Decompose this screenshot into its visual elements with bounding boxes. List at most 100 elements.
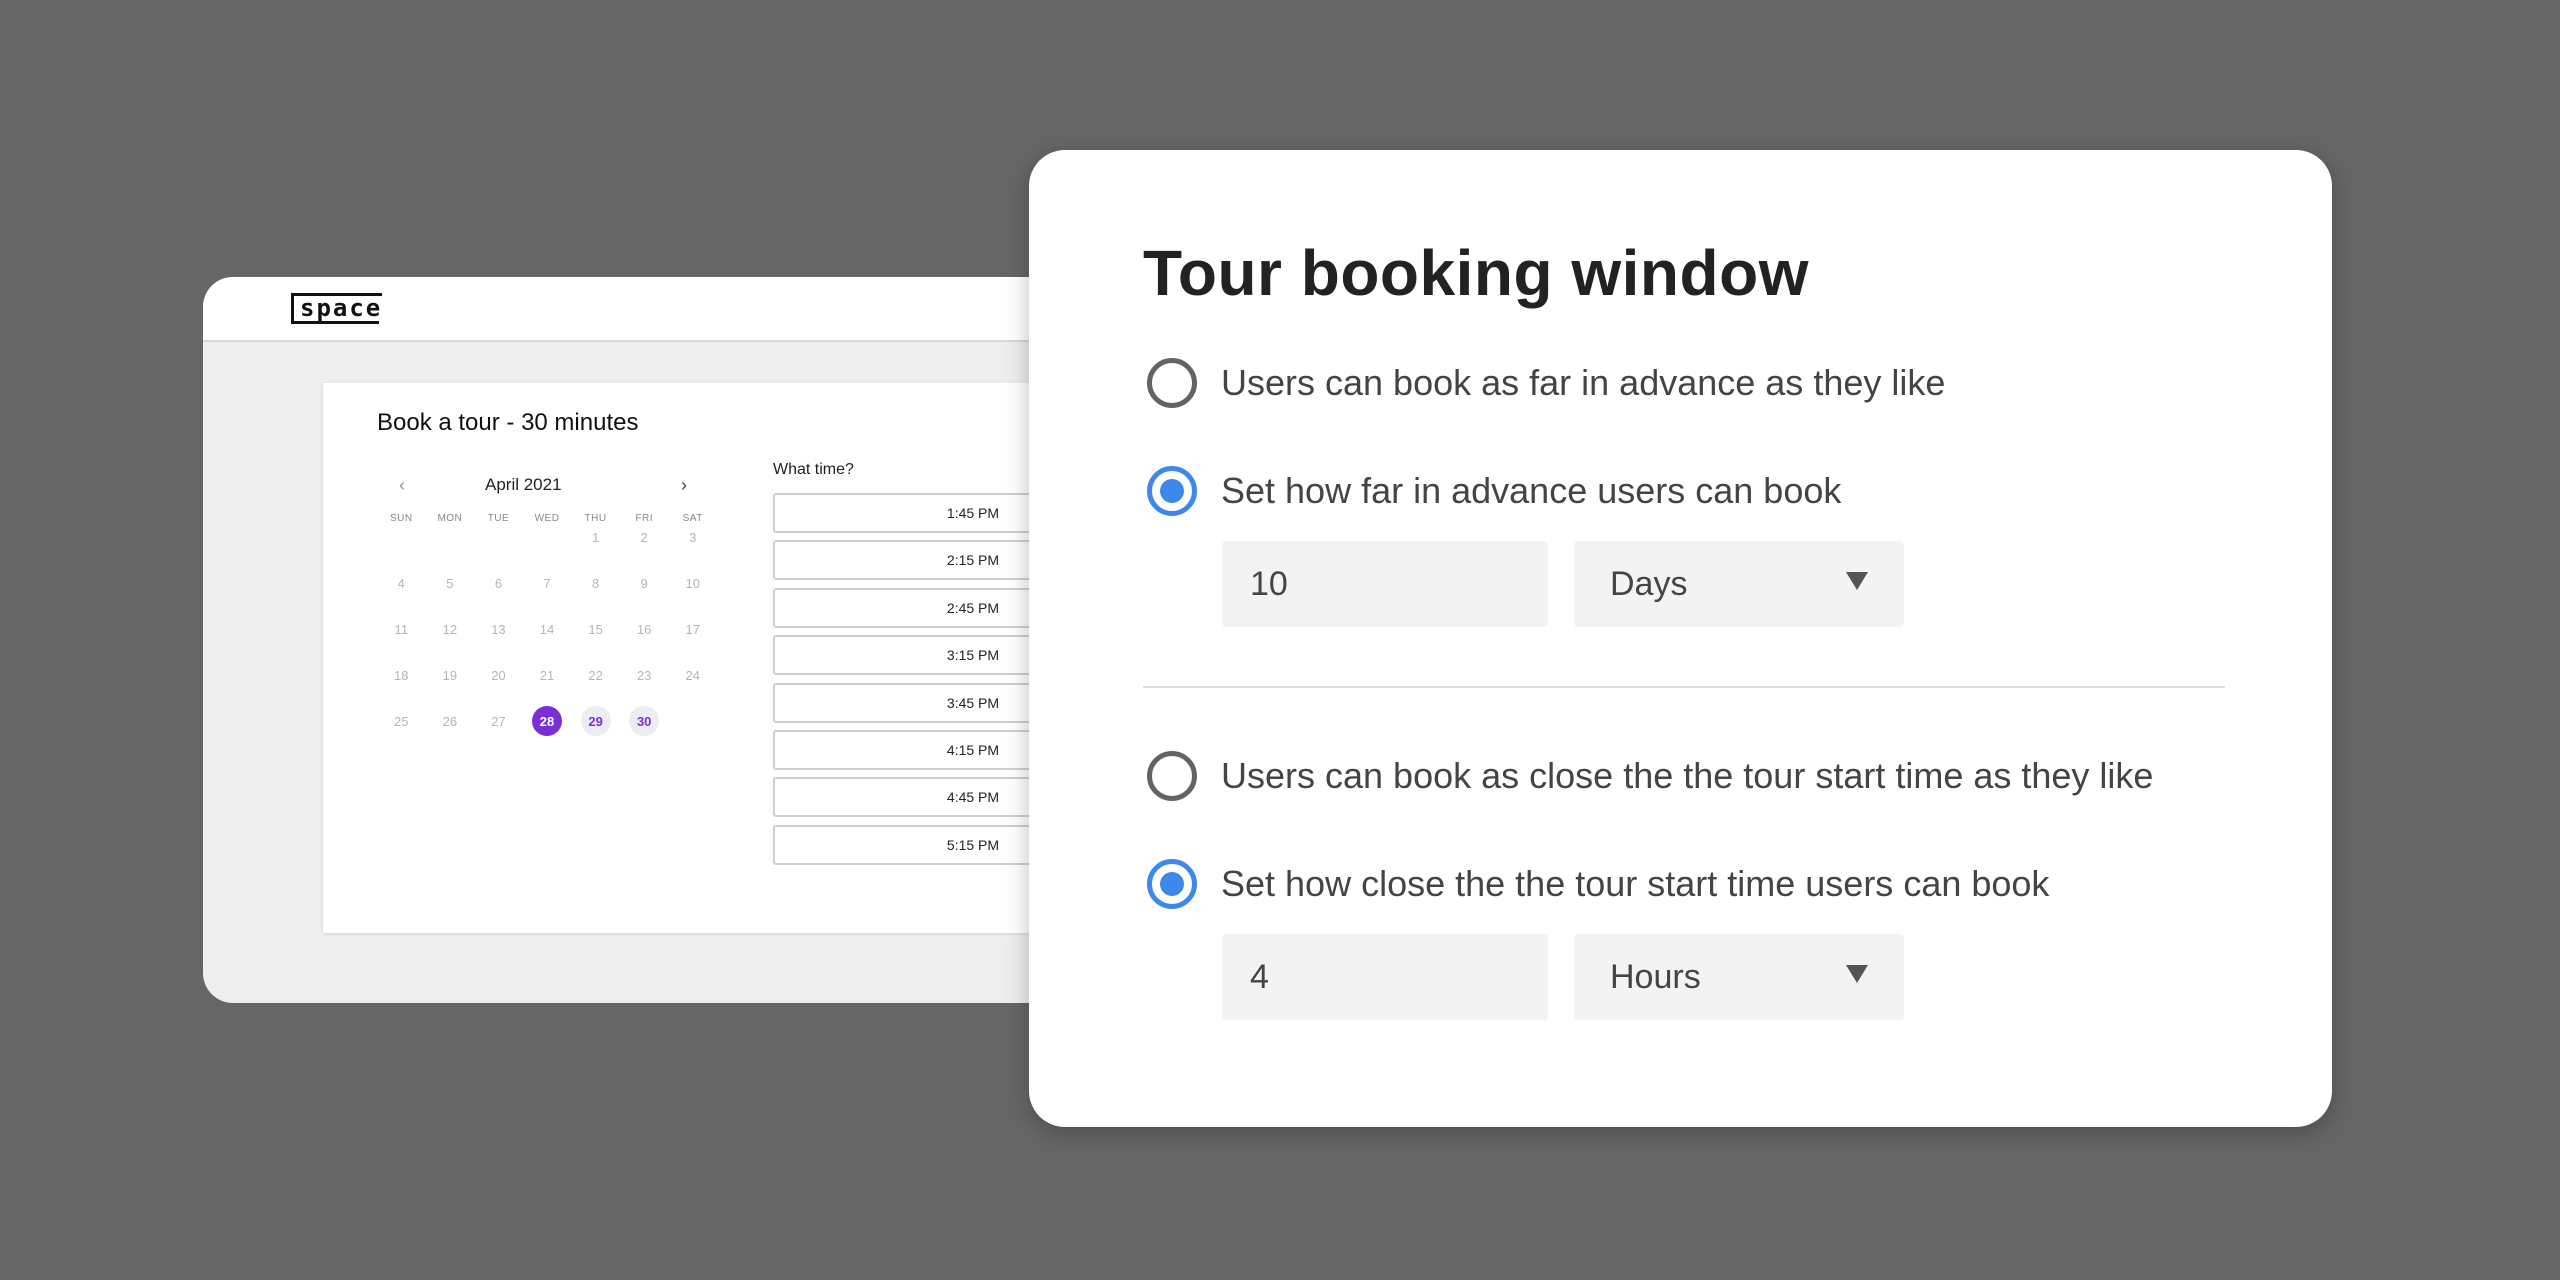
calendar-day-number (532, 522, 562, 552)
calendar-day-number: 19 (442, 667, 458, 683)
advance-unit-select[interactable]: Days (1574, 541, 1904, 627)
calendar-day-number: 20 (491, 667, 506, 683)
calendar-day-number: 25 (394, 713, 409, 729)
calendar-day-number (483, 522, 513, 552)
close-unlimited-label: Users can book as close the the tour sta… (1221, 755, 2154, 796)
calendar-day: 11 (377, 616, 426, 642)
advance-unlimited-option[interactable]: Users can book as far in advance as they… (1147, 358, 1945, 408)
booking-title: Book a tour - 30 minutes (377, 409, 639, 436)
dropdown-caret-icon (1846, 572, 1868, 590)
advance-limited-option[interactable]: Set how far in advance users can book (1147, 466, 1841, 516)
calendar-day: 5 (426, 570, 475, 596)
calendar-day: 25 (377, 708, 426, 734)
calendar-day-number: 11 (394, 621, 409, 637)
dropdown-caret-icon (1846, 965, 1868, 983)
calendar-day: 12 (426, 616, 475, 642)
calendar-day: 19 (426, 662, 475, 688)
advance-limited-radio[interactable] (1147, 466, 1197, 516)
calendar-day: 17 (668, 616, 717, 642)
calendar-day-number: 18 (394, 667, 409, 683)
calendar-day-number: 26 (442, 713, 458, 729)
calendar-day-number (435, 522, 465, 552)
calendar-day-number: 6 (494, 575, 503, 591)
calendar-day[interactable]: 28 (523, 706, 572, 736)
calendar-day: 2 (620, 524, 669, 550)
calendar-day-number: 5 (446, 575, 454, 591)
calendar-day: 13 (474, 616, 523, 642)
calendar-month: April 2021 (485, 475, 562, 494)
prev-month-icon[interactable]: ‹ (399, 475, 405, 496)
calendar-day-number: 2 (640, 529, 648, 545)
calendar-day: 6 (474, 570, 523, 596)
calendar-day: 27 (474, 708, 523, 734)
calendar-day-number: 15 (588, 621, 603, 637)
calendar-day: 26 (426, 708, 475, 734)
calendar-day-number: 8 (591, 575, 600, 591)
calendar-day: 8 (571, 570, 620, 596)
calendar-day: 9 (620, 570, 669, 596)
close-unlimited-radio[interactable] (1147, 751, 1197, 801)
calendar-day-number: 12 (442, 621, 458, 637)
calendar-day: 16 (620, 616, 669, 642)
close-unlimited-option[interactable]: Users can book as close the the tour sta… (1147, 751, 2153, 801)
calendar-empty-cell (474, 524, 523, 550)
close-limited-radio[interactable] (1147, 859, 1197, 909)
calendar-day: 23 (620, 662, 669, 688)
logo-underline (291, 321, 379, 324)
calendar-day-number: 27 (491, 713, 506, 729)
calendar-empty-cell (523, 524, 572, 550)
calendar-day-number: 3 (689, 529, 697, 545)
calendar-empty-cell (668, 708, 717, 734)
calendar-day: 1 (571, 524, 620, 550)
advance-unit-value: Days (1610, 564, 1688, 603)
calendar-day: 24 (668, 662, 717, 688)
calendar-week-row: 18 19 20 21 22 23 24 (377, 662, 717, 688)
space-logo[interactable]: space (291, 293, 383, 323)
calendar-day: 4 (377, 570, 426, 596)
advance-limited-label: Set how far in advance users can book (1221, 470, 1842, 511)
close-value-input[interactable]: 4 (1222, 934, 1548, 1020)
calendar-day-number: 7 (543, 575, 551, 591)
close-unit-select[interactable]: Hours (1574, 934, 1904, 1020)
close-limited-label: Set how close the the tour start time us… (1221, 863, 2050, 904)
calendar-day-number: 29 (580, 706, 611, 736)
close-unit-value: Hours (1610, 957, 1701, 996)
calendar-day: 20 (474, 662, 523, 688)
calendar-day-number: 1 (591, 529, 600, 545)
calendar-day-number: 23 (636, 667, 652, 683)
calendar-grid: SUN MON TUE WED THU FRI SAT 1 2 3 4 5 6 7 8 9 10 11 12 13 1… (377, 513, 717, 736)
tour-booking-window-panel: Tour booking window Users can book as fa… (1029, 150, 2332, 1127)
calendar-week-row: 1 2 3 (377, 524, 717, 550)
next-month-icon[interactable]: › (681, 475, 687, 496)
calendar-day[interactable]: 29 (571, 706, 620, 736)
calendar-day: 21 (523, 662, 572, 688)
calendar-day-number: 24 (685, 667, 700, 683)
calendar-day-number: 14 (539, 621, 555, 637)
calendar-day: 15 (571, 616, 620, 642)
calendar-day: 18 (377, 662, 426, 688)
calendar-day-number: 4 (397, 575, 405, 591)
calendar-day: 14 (523, 616, 572, 642)
advance-value-input[interactable]: 10 (1222, 541, 1548, 627)
calendar-day-number: 28 (532, 706, 563, 736)
advance-unlimited-radio[interactable] (1147, 358, 1197, 408)
calendar-day: 3 (668, 524, 717, 550)
time-label: What time? (773, 461, 854, 478)
section-divider (1143, 686, 2225, 688)
calendar-day-number: 22 (588, 667, 603, 683)
calendar-day-number: 13 (491, 621, 506, 637)
calendar-week-row: 25 26 27 28 29 30 (377, 706, 717, 736)
advance-unlimited-label: Users can book as far in advance as they… (1221, 362, 1946, 403)
close-limited-option[interactable]: Set how close the the tour start time us… (1147, 859, 2049, 909)
calendar-empty-cell (377, 524, 426, 550)
calendar-day: 10 (668, 570, 717, 596)
calendar-day[interactable]: 30 (620, 706, 669, 736)
calendar-day-number (386, 522, 416, 552)
calendar-day-number: 17 (685, 621, 700, 637)
calendar-day-number (678, 706, 708, 736)
calendar-day-number: 10 (685, 575, 700, 591)
calendar-day-number: 16 (636, 621, 652, 637)
calendar-day-number: 30 (629, 706, 660, 736)
calendar-week-row: 4 5 6 7 8 9 10 (377, 570, 717, 596)
calendar-day: 22 (571, 662, 620, 688)
